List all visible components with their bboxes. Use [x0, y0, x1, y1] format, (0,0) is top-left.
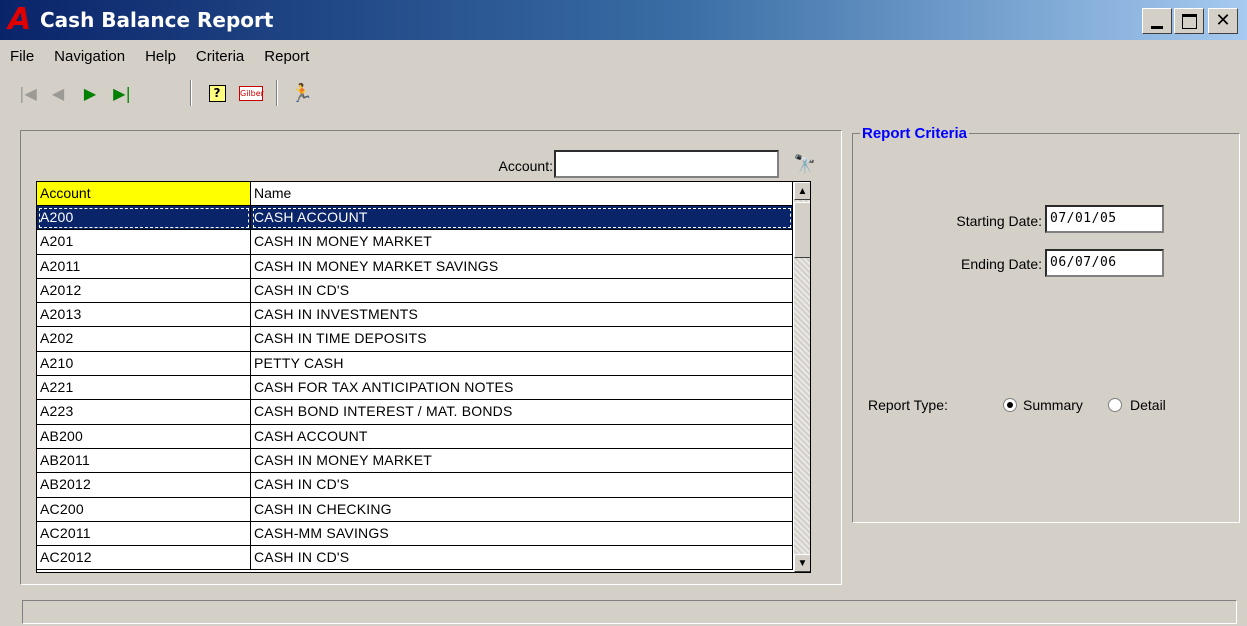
table-row[interactable]: AB2012 CASH IN CD'S	[37, 473, 794, 498]
toolbar-separator	[190, 80, 192, 106]
account-cell[interactable]: AB200	[37, 424, 251, 449]
starting-date-label: Starting Date:	[956, 213, 1042, 229]
name-cell[interactable]: CASH IN MONEY MARKET SAVINGS	[251, 254, 793, 279]
toolbar: |◀ ◀ ▶ ▶| ? Gilber 🏃	[0, 74, 1247, 112]
summary-radio[interactable]	[1003, 398, 1017, 412]
grid-rows: A200 CASH ACCOUNT A201 CASH IN MONEY MARKET…	[37, 206, 794, 571]
close-icon: ✕	[1215, 10, 1231, 31]
window-title: Cash Balance Report	[40, 8, 274, 32]
account-cell[interactable]: A2011	[37, 254, 251, 279]
radio-selected-dot	[1007, 402, 1013, 408]
table-row[interactable]: AC2012 CASH IN CD'S	[37, 546, 794, 571]
starting-date-input[interactable]: 07/01/05	[1045, 205, 1164, 233]
account-cell[interactable]: A200	[37, 206, 251, 231]
ending-date-input[interactable]: 06/07/06	[1045, 249, 1164, 277]
menu-file[interactable]: File	[0, 44, 44, 70]
account-grid[interactable]: Account Name A200 CASH ACCOUNT A201 CASH IN…	[36, 181, 811, 573]
table-row[interactable]: AB2011 CASH IN MONEY MARKET	[37, 448, 794, 474]
name-cell[interactable]: CASH IN MONEY MARKET	[251, 448, 793, 474]
help-icon[interactable]: ?	[203, 79, 231, 107]
name-cell[interactable]: PETTY CASH	[251, 351, 793, 377]
table-row[interactable]: A2012 CASH IN CD'S	[37, 278, 794, 304]
report-criteria-group	[852, 133, 1240, 523]
column-header-name[interactable]: Name	[251, 182, 793, 206]
menu-navigation[interactable]: Navigation	[44, 44, 135, 70]
table-row[interactable]: A202 CASH IN TIME DEPOSITS	[37, 327, 794, 352]
name-cell[interactable]: CASH IN TIME DEPOSITS	[251, 327, 793, 352]
account-cell[interactable]: AB2011	[37, 448, 251, 474]
name-cell[interactable]: CASH ACCOUNT	[251, 424, 793, 449]
table-row[interactable]: A221 CASH FOR TAX ANTICIPATION NOTES	[37, 376, 794, 401]
account-cell[interactable]: A223	[37, 400, 251, 425]
name-cell[interactable]: CASH IN CD'S	[251, 546, 793, 571]
scroll-up-button[interactable]: ▲	[794, 182, 810, 200]
minimize-button[interactable]	[1142, 8, 1172, 34]
table-row[interactable]: A2013 CASH IN INVESTMENTS	[37, 303, 794, 328]
scroll-thumb[interactable]	[794, 202, 810, 258]
table-row[interactable]: AC2011 CASH-MM SAVINGS	[37, 521, 794, 547]
company-logo-icon[interactable]: Gilber	[237, 79, 265, 107]
name-cell[interactable]: CASH IN CD'S	[251, 278, 793, 304]
detail-radio-label[interactable]: Detail	[1130, 395, 1166, 415]
account-cell[interactable]: A221	[37, 376, 251, 401]
account-cell[interactable]: A210	[37, 351, 251, 377]
account-cell[interactable]: AC2012	[37, 546, 251, 571]
vertical-scrollbar[interactable]: ▲ ▼	[794, 182, 810, 572]
name-cell[interactable]: CASH IN MONEY MARKET	[251, 230, 793, 255]
account-cell[interactable]: A2012	[37, 278, 251, 304]
menu-bar: File Navigation Help Criteria Report	[0, 44, 319, 70]
account-search-input[interactable]	[554, 150, 779, 178]
account-cell[interactable]: A2013	[37, 303, 251, 328]
name-cell[interactable]: CASH IN CD'S	[251, 473, 793, 498]
name-cell[interactable]: CASH FOR TAX ANTICIPATION NOTES	[251, 376, 793, 401]
account-search-label: Account:	[498, 158, 553, 174]
close-button[interactable]: ✕	[1208, 8, 1238, 34]
menu-criteria[interactable]: Criteria	[186, 44, 254, 70]
arrow-down-icon: ▼	[797, 557, 808, 569]
minimize-icon	[1151, 25, 1163, 29]
account-cell[interactable]: A202	[37, 327, 251, 352]
detail-radio[interactable]	[1108, 398, 1122, 412]
table-row[interactable]: AB200 CASH ACCOUNT	[37, 424, 794, 449]
table-row[interactable]: AC200 CASH IN CHECKING	[37, 497, 794, 522]
toolbar-separator	[276, 80, 278, 106]
menu-report[interactable]: Report	[254, 44, 319, 70]
table-row[interactable]: A200 CASH ACCOUNT	[37, 206, 794, 231]
ending-date-label: Ending Date:	[961, 256, 1042, 272]
name-cell[interactable]: CASH IN INVESTMENTS	[251, 303, 793, 328]
report-criteria-title: Report Criteria	[860, 124, 970, 144]
name-cell[interactable]: CASH-MM SAVINGS	[251, 521, 793, 547]
maximize-icon	[1181, 13, 1197, 29]
last-record-icon[interactable]: ▶|	[108, 79, 136, 107]
grid-header: Account Name	[37, 182, 810, 206]
account-cell[interactable]: AC2011	[37, 521, 251, 547]
status-bar	[22, 600, 1237, 624]
app-logo-icon: A	[8, 2, 32, 37]
account-cell[interactable]: AB2012	[37, 473, 251, 498]
name-cell[interactable]: CASH BOND INTEREST / MAT. BONDS	[251, 400, 793, 425]
binoculars-icon[interactable]: 🔭	[783, 150, 827, 178]
name-cell[interactable]: CASH ACCOUNT	[251, 206, 793, 231]
table-row[interactable]: A210 PETTY CASH	[37, 351, 794, 377]
previous-record-icon[interactable]: ◀	[44, 79, 72, 107]
run-report-icon[interactable]: 🏃	[288, 79, 316, 107]
column-header-account[interactable]: Account	[37, 182, 251, 206]
maximize-button[interactable]	[1174, 8, 1204, 34]
menu-help[interactable]: Help	[135, 44, 186, 70]
table-row[interactable]: A223 CASH BOND INTEREST / MAT. BONDS	[37, 400, 794, 425]
name-cell[interactable]: CASH IN CHECKING	[251, 497, 793, 522]
scroll-down-button[interactable]: ▼	[794, 554, 810, 572]
table-row[interactable]: A201 CASH IN MONEY MARKET	[37, 230, 794, 255]
report-type-label: Report Type:	[868, 397, 948, 413]
next-record-icon[interactable]: ▶	[76, 79, 104, 107]
summary-radio-label[interactable]: Summary	[1023, 395, 1083, 415]
table-row[interactable]: A2011 CASH IN MONEY MARKET SAVINGS	[37, 254, 794, 279]
account-cell[interactable]: AC200	[37, 497, 251, 522]
first-record-icon[interactable]: |◀	[14, 79, 42, 107]
account-cell[interactable]: A201	[37, 230, 251, 255]
arrow-up-icon: ▲	[797, 185, 808, 197]
